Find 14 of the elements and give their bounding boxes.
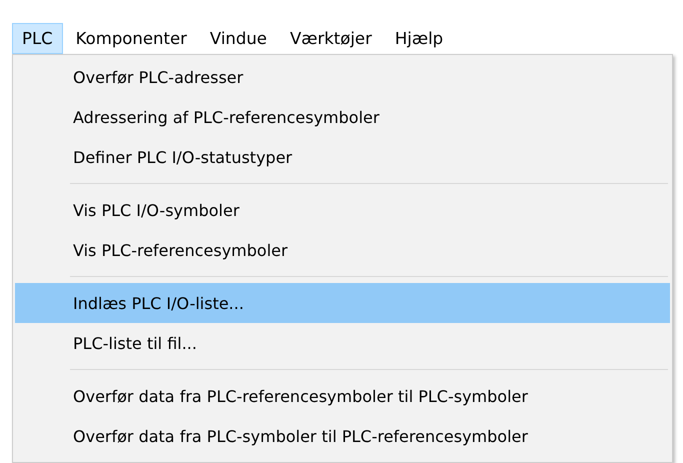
menu-item[interactable]: PLC-liste til fil... (15, 323, 670, 363)
menu-item[interactable]: Vis PLC-referencesymboler (15, 230, 670, 270)
menu-item[interactable]: Definer PLC I/O-statustyper (15, 137, 670, 177)
menu-bar-item[interactable]: Vindue (200, 23, 277, 54)
menu-item[interactable]: Indlæs PLC I/O-liste... (15, 283, 670, 323)
menu-item[interactable]: Overfør data fra PLC-symboler til PLC-referencesymboler (15, 416, 670, 456)
menu-bar-item[interactable]: PLC (12, 23, 63, 54)
menu-bar-item[interactable]: Hjælp (384, 23, 454, 54)
menu-item[interactable]: Vis PLC I/O-symboler (15, 190, 670, 230)
menu-item[interactable]: Adressering af PLC-referencesymboler (15, 97, 670, 137)
menu-bar-item[interactable]: Værktøjer (280, 23, 382, 54)
menu-item[interactable]: Overfør data fra PLC-referencesymboler til PLC-symboler (15, 376, 670, 416)
menu-item[interactable]: Overfør PLC-adresser (15, 57, 670, 97)
menu-bar-item[interactable]: Komponenter (66, 23, 197, 54)
